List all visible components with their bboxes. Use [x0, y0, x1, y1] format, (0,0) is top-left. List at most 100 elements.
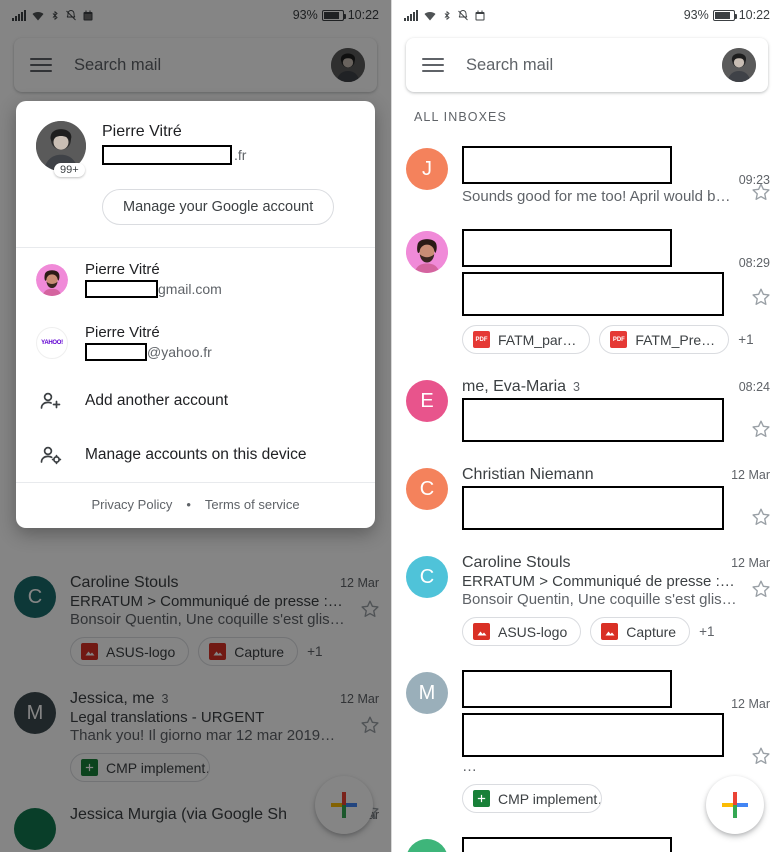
- account-email-suffix-gmail: gmail.com: [158, 281, 222, 297]
- primary-account-block: 99+ Pierre Vitré .fr Manage your Google …: [16, 101, 375, 247]
- left-screen-panel: 93% 10:22 Search mail C Caroline Stouls 12…: [0, 0, 391, 852]
- mail-body: 08:29 PDF FATM_par… PDF FATM_Pre… +1: [462, 229, 770, 354]
- star-icon[interactable]: [750, 418, 772, 440]
- mail-date: 08:29: [738, 256, 770, 270]
- redaction-box-gmail: [85, 280, 158, 298]
- attachment-chip[interactable]: Capture: [590, 617, 691, 646]
- mail-header-row: me, Eva-Maria 3 08:24: [462, 378, 770, 396]
- add-another-account-label: Add another account: [85, 392, 229, 409]
- star-icon[interactable]: [750, 286, 772, 308]
- redaction-box-subject: [462, 272, 724, 316]
- attachment-chip[interactable]: PDF FATM_par…: [462, 325, 591, 354]
- account-email-suffix-yahoo: @yahoo.fr: [147, 344, 212, 360]
- mail-date: 12 Mar: [731, 556, 770, 570]
- account-name-yahoo: Pierre Vitré: [85, 324, 160, 341]
- sender-name: me, Eva-Maria: [462, 378, 567, 395]
- attachment-chips: ASUS-logo Capture +1: [462, 617, 770, 646]
- sender-name: Caroline Stouls: [462, 554, 571, 571]
- manage-accounts-icon: [36, 443, 66, 467]
- signal-bars-icon: [404, 9, 418, 21]
- terms-of-service-link[interactable]: Terms of service: [205, 497, 300, 512]
- mail-row[interactable]: Eme, Eva-Maria 3 08:24: [392, 366, 782, 454]
- mail-subject: ERRATUM > Communiqué de presse :…: [462, 573, 735, 590]
- primary-account-name: Pierre Vitré: [102, 123, 182, 140]
- pdf-file-icon: PDF: [473, 331, 490, 348]
- account-row-yahoo[interactable]: YAHOO! Pierre Vitré @yahoo.fr: [16, 311, 375, 374]
- sender-avatar[interactable]: C: [406, 556, 448, 598]
- mail-snippet: …: [462, 758, 477, 775]
- redaction-box-sender: [462, 146, 672, 184]
- account-switcher-dialog: 99+ Pierre Vitré .fr Manage your Google …: [16, 101, 375, 528]
- alarm-off-icon: [457, 9, 469, 22]
- battery-percent-label: 93%: [683, 8, 709, 22]
- attachment-chips: PDF FATM_par… PDF FATM_Pre… +1: [462, 325, 770, 354]
- mail-header-row: 12 Mar: [462, 670, 770, 711]
- account-row-gmail[interactable]: Pierre Vitré gmail.com: [16, 248, 375, 311]
- mail-row[interactable]: C Caroline Stouls 12 Mar ERRATUM > Communiq…: [392, 542, 782, 658]
- mail-row[interactable]: J 09:23 Sounds good for me too! April woul…: [392, 134, 782, 217]
- star-icon[interactable]: [750, 181, 772, 203]
- sender-avatar[interactable]: J: [406, 148, 448, 190]
- manage-accounts-row[interactable]: Manage accounts on this device: [16, 428, 375, 482]
- star-icon[interactable]: [750, 578, 772, 600]
- attachment-overflow-count: +1: [699, 624, 715, 639]
- compose-fab-right[interactable]: [706, 776, 764, 834]
- attachment-chip[interactable]: CMP implement…: [462, 784, 602, 813]
- redaction-box-sender: [462, 670, 672, 708]
- hamburger-menu-icon[interactable]: [422, 58, 444, 72]
- star-icon[interactable]: [750, 745, 772, 767]
- google-plus-compose-icon: [722, 792, 748, 818]
- add-another-account-row[interactable]: Add another account: [16, 374, 375, 428]
- redaction-box-email: [102, 145, 232, 165]
- primary-account-email-suffix: .fr: [234, 147, 247, 163]
- search-bar-right[interactable]: Search mail: [406, 38, 768, 92]
- attachment-chip-label: FATM_par…: [498, 331, 577, 348]
- sender-avatar[interactable]: M: [406, 672, 448, 714]
- privacy-policy-link[interactable]: Privacy Policy: [91, 497, 172, 512]
- account-avatar-button[interactable]: [722, 48, 756, 82]
- mail-row[interactable]: C Christian Niemann 12 Mar: [392, 454, 782, 542]
- attachment-chip[interactable]: ASUS-logo: [462, 617, 582, 646]
- clock-label: 10:22: [738, 8, 770, 22]
- dual-screenshot-container: 93% 10:22 Search mail C Caroline Stouls 12…: [0, 0, 782, 852]
- image-file-icon: [601, 623, 619, 640]
- sender-name: Christian Niemann: [462, 466, 594, 483]
- mail-body: Christian Niemann 12 Mar: [462, 466, 770, 530]
- mail-header-row: Caroline Stouls 12 Mar: [462, 554, 770, 572]
- sender-avatar[interactable]: E: [406, 380, 448, 422]
- person-add-icon: [36, 389, 66, 413]
- mail-body: Caroline Stouls 12 Mar ERRATUM > Communiqu…: [462, 554, 770, 646]
- account-email-yahoo: @yahoo.fr: [85, 343, 355, 361]
- avatar-photo: [722, 48, 756, 82]
- mail-snippet: Bonsoir Quentin, Une coquille s'est glis…: [462, 591, 737, 608]
- redaction-box-subject: [462, 486, 724, 530]
- sender-avatar[interactable]: C: [406, 468, 448, 510]
- all-inboxes-label: ALL INBOXES: [414, 110, 507, 124]
- sender-avatar[interactable]: [406, 231, 448, 273]
- search-input[interactable]: Search mail: [466, 56, 722, 75]
- attachment-chip-label: CMP implement…: [498, 790, 602, 807]
- mail-date: 12 Mar: [731, 468, 770, 482]
- redaction-box-sender: [462, 229, 672, 267]
- bluetooth-icon: [442, 9, 452, 22]
- status-bar-right-panel: 93% 10:22: [392, 0, 782, 30]
- mail-header-row: 12 Mar: [462, 837, 770, 852]
- status-bar-right-group: 93% 10:22: [684, 8, 770, 22]
- mail-list-right: J 09:23 Sounds good for me too! April woul…: [392, 134, 782, 852]
- mail-row[interactable]: 08:29 PDF FATM_par… PDF FATM_Pre… +1: [392, 217, 782, 366]
- sender-avatar[interactable]: [406, 839, 448, 852]
- mail-body: 09:23 Sounds good for me too! April would…: [462, 146, 770, 205]
- attachment-chip[interactable]: PDF FATM_Pre…: [599, 325, 730, 354]
- pdf-file-icon: PDF: [610, 331, 628, 348]
- redaction-box-subject: [462, 713, 724, 757]
- manage-google-account-button[interactable]: Manage your Google account: [102, 189, 335, 225]
- wifi-icon: [423, 9, 437, 22]
- primary-avatar-wrap: 99+: [36, 121, 86, 177]
- star-icon[interactable]: [750, 506, 772, 528]
- battery-icon: [712, 9, 738, 21]
- gmail-account-avatar: [36, 263, 68, 296]
- attachment-overflow-count: +1: [738, 332, 754, 347]
- account-name-gmail: Pierre Vitré: [85, 261, 160, 278]
- redaction-box-subject: [462, 398, 724, 442]
- image-file-icon: [473, 623, 490, 640]
